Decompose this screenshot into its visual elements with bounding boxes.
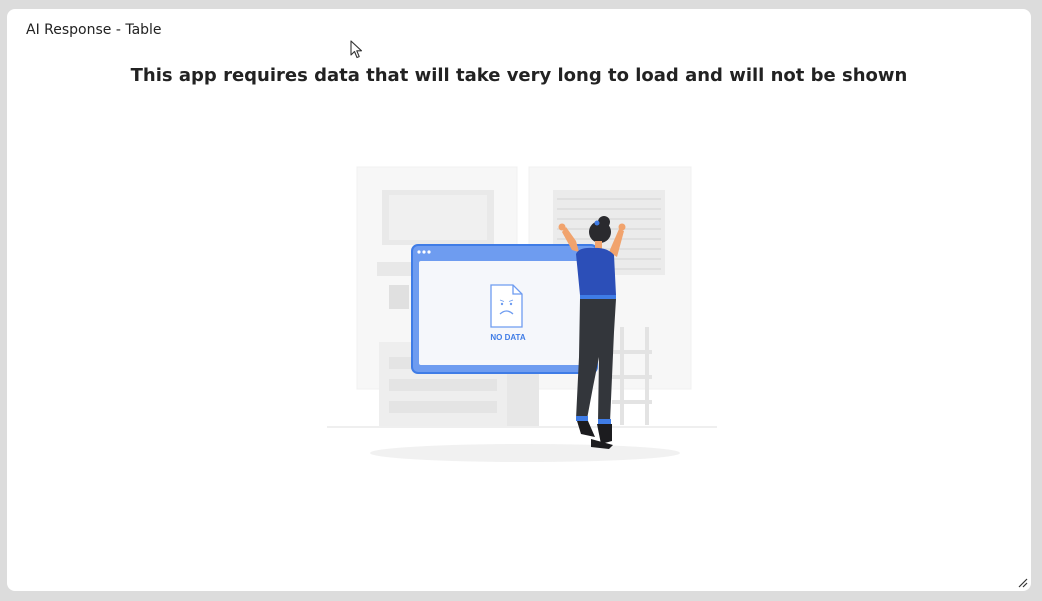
mouse-cursor-icon — [350, 40, 363, 59]
browser-window: NO DATA — [411, 244, 598, 374]
panel-title: AI Response - Table — [26, 22, 162, 38]
no-data-label: NO DATA — [490, 333, 525, 342]
no-data-message: This app requires data that will take ve… — [130, 65, 908, 86]
no-data-illustration: NO DATA — [327, 166, 717, 462]
ai-response-table-panel: AI Response - Table This app requires da… — [7, 9, 1031, 591]
resize-handle-icon[interactable] — [1016, 576, 1028, 588]
